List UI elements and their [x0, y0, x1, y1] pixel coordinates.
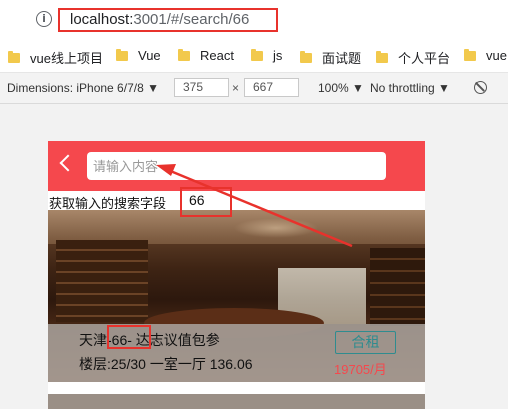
device-toolbar: Dimensions: iPhone 6/7/8 ▼ 375 × 667 100…: [0, 73, 508, 104]
bookmark-label: vue: [486, 48, 507, 63]
bookmark-item[interactable]: Vue: [116, 48, 161, 63]
folder-icon: [300, 50, 312, 63]
times-sign: ×: [232, 81, 240, 95]
zoom-select[interactable]: 100% ▼: [318, 81, 364, 95]
bookmark-label: Vue: [138, 48, 161, 63]
rent-type-button[interactable]: 合租: [335, 331, 396, 354]
folder-icon: [8, 50, 20, 63]
search-input[interactable]: [87, 152, 386, 180]
width-input[interactable]: 375: [174, 78, 229, 97]
back-chevron-icon[interactable]: [59, 154, 77, 172]
folder-icon: [251, 48, 263, 61]
keyword-annotation-box: [180, 187, 232, 217]
bookmark-item[interactable]: 面试题: [300, 48, 361, 67]
keyword-row: 获取输入的搜索字段 66: [48, 191, 425, 211]
folder-icon: [464, 48, 476, 61]
bookmark-label: vue线上项目: [30, 51, 103, 66]
bookmark-item[interactable]: vue: [464, 48, 507, 63]
device-select[interactable]: Dimensions: iPhone 6/7/8 ▼: [7, 81, 159, 95]
folder-icon: [116, 48, 128, 61]
rotate-block-icon[interactable]: [474, 81, 487, 94]
bookmark-label: 面试题: [322, 51, 362, 66]
throttle-select[interactable]: No throttling ▼: [370, 81, 450, 95]
bookmark-item[interactable]: 个人平台: [376, 48, 450, 67]
search-header: [48, 141, 425, 191]
bookmark-item[interactable]: js: [251, 48, 282, 63]
listing-card[interactable]: 天津-66- 达志议值包参 楼层:25/30 一室一厅 136.06 合租 19…: [48, 210, 425, 382]
bookmark-item[interactable]: React: [178, 48, 234, 63]
height-input[interactable]: 667: [244, 78, 299, 97]
title-annotation-box: [107, 325, 151, 349]
bookmarks-bar: vue线上项目 Vue React js 面试题 个人平台 vue: [0, 40, 508, 73]
folder-icon: [376, 50, 388, 63]
listing-price: 19705/月: [334, 362, 387, 377]
listing-card-next[interactable]: [48, 394, 425, 409]
bookmark-label: 个人平台: [398, 51, 451, 66]
bookmark-label: js: [273, 48, 283, 63]
listing-meta: 楼层:25/30 一室一厅 136.06: [79, 356, 253, 372]
device-viewport: 获取输入的搜索字段 66 天津-66- 达志议值包参 楼层:25/30 一室一厅…: [48, 141, 425, 409]
url-annotation-box: [58, 8, 278, 32]
folder-icon: [178, 48, 190, 61]
info-icon[interactable]: i: [36, 11, 52, 27]
bookmark-item[interactable]: vue线上项目: [8, 48, 103, 67]
bookmark-label: React: [200, 48, 234, 63]
